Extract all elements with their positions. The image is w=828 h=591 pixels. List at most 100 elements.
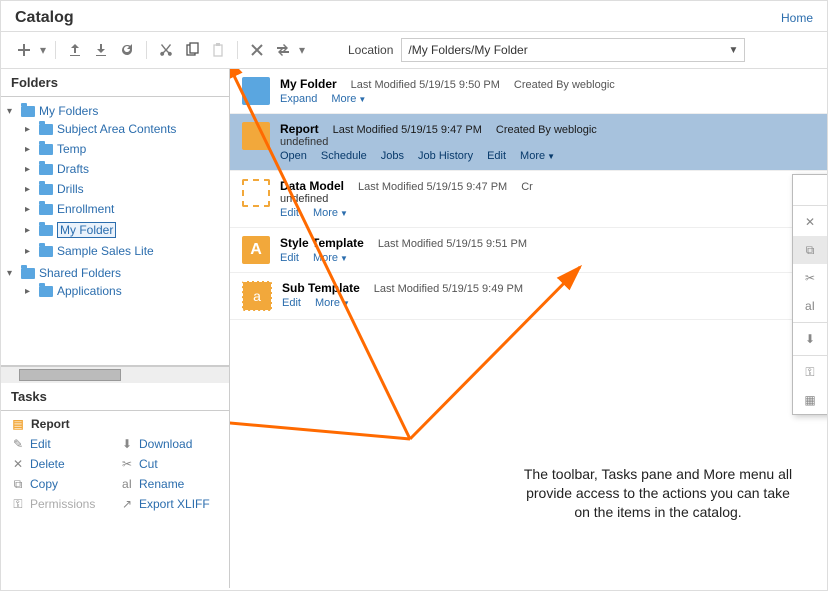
folder-icon	[39, 144, 53, 155]
task-copy[interactable]: ⧉Copy	[11, 477, 110, 491]
rename-icon: aI	[803, 299, 817, 313]
menu-cut[interactable]: ✂Cut	[793, 264, 827, 292]
download-icon: ⬇	[803, 332, 817, 346]
menu-download[interactable]: ⬇Download	[793, 325, 827, 353]
action-edit[interactable]: Edit	[280, 207, 299, 219]
folder-icon	[39, 164, 53, 175]
report-icon	[242, 122, 270, 150]
folder-icon	[39, 204, 53, 215]
tree-item[interactable]: ▸Sample Sales Lite	[19, 243, 229, 259]
customize-icon: ▦	[803, 393, 817, 407]
upload-button[interactable]	[62, 38, 88, 62]
tree-item[interactable]: ▸Drafts	[19, 161, 229, 177]
cut-button[interactable]	[153, 38, 179, 62]
list-item-sub-template[interactable]: a Sub TemplateLast Modified 5/19/15 9:49…	[230, 273, 827, 320]
tree-shared-folders[interactable]: ▾Shared Folders	[1, 265, 229, 281]
list-item-style-template[interactable]: A Style TemplateLast Modified 5/19/15 9:…	[230, 228, 827, 273]
location-field[interactable]: /My Folders/My Folder ▼	[401, 38, 745, 62]
folder-icon	[39, 286, 53, 297]
move-dropdown[interactable]: ▾	[296, 38, 308, 62]
action-expand[interactable]: Expand	[280, 93, 317, 105]
action-more[interactable]: More▼	[520, 150, 555, 162]
annotation-text: The toolbar, Tasks pane and More menu al…	[518, 465, 798, 522]
delete-icon: ✕	[11, 457, 25, 471]
toolbar: ▾ ▾ Location /My Folders/My Folder ▼	[1, 31, 827, 69]
task-rename[interactable]: aIRename	[120, 477, 219, 491]
refresh-button[interactable]	[114, 38, 140, 62]
export-icon: ↗	[120, 497, 134, 511]
task-export-xliff[interactable]: ↗Export XLIFF	[120, 497, 219, 511]
task-download[interactable]: ⬇Download	[120, 437, 219, 451]
action-job-history[interactable]: Job History	[418, 150, 473, 162]
sub-template-icon: a	[242, 281, 272, 311]
folder-icon	[39, 184, 53, 195]
action-edit[interactable]: Edit	[280, 252, 299, 264]
key-icon: ⚿	[11, 497, 25, 511]
tree-item[interactable]: ▸Applications	[19, 283, 229, 299]
folders-pane-title: Folders	[1, 69, 229, 97]
paste-button	[205, 38, 231, 62]
action-more[interactable]: More▼	[313, 252, 348, 264]
download-icon: ⬇	[120, 437, 134, 451]
delete-icon: ✕	[803, 215, 817, 229]
download-button[interactable]	[88, 38, 114, 62]
more-menu: Add To Favorites ✕Delete ⧉Copy ✂Cut aIRe…	[792, 174, 827, 415]
report-icon: ▤	[11, 417, 25, 431]
tree-item[interactable]: ▸Drills	[19, 181, 229, 197]
menu-customize: ▦Customize	[793, 386, 827, 414]
key-icon: ⚿	[803, 365, 817, 379]
task-permissions: ⚿Permissions	[11, 497, 110, 511]
folder-icon	[242, 77, 270, 105]
menu-delete[interactable]: ✕Delete	[793, 208, 827, 236]
tasks-item-type: ▤ Report	[11, 417, 219, 431]
cut-icon: ✂	[120, 457, 134, 471]
new-button[interactable]	[11, 38, 37, 62]
tree-item[interactable]: ▸Subject Area Contents	[19, 121, 229, 137]
action-edit[interactable]: Edit	[282, 297, 301, 309]
list-item-report[interactable]: ReportLast Modified 5/19/15 9:47 PMCreat…	[230, 114, 827, 171]
folder-icon	[39, 246, 53, 257]
folder-tree[interactable]: ▾My Folders ▸Subject Area Contents ▸Temp…	[1, 97, 229, 366]
tree-item[interactable]: ▸Enrollment	[19, 201, 229, 217]
page-title: Catalog	[15, 9, 74, 27]
cut-icon: ✂	[803, 271, 817, 285]
copy-icon: ⧉	[803, 243, 817, 257]
action-open[interactable]: Open	[280, 150, 307, 162]
menu-permissions: ⚿Permissions	[793, 358, 827, 386]
menu-rename[interactable]: aIRename	[793, 292, 827, 320]
new-dropdown[interactable]: ▾	[37, 38, 49, 62]
home-link[interactable]: Home	[781, 11, 813, 25]
move-button[interactable]	[270, 38, 296, 62]
tree-item[interactable]: ▸Temp	[19, 141, 229, 157]
action-more[interactable]: More▼	[331, 93, 366, 105]
task-edit[interactable]: ✎Edit	[11, 437, 110, 451]
folder-icon	[21, 268, 35, 279]
action-jobs[interactable]: Jobs	[381, 150, 404, 162]
tree-my-folders[interactable]: ▾My Folders	[1, 103, 229, 119]
location-label: Location	[348, 43, 393, 57]
menu-copy[interactable]: ⧉Copy	[793, 236, 827, 264]
copy-icon: ⧉	[11, 477, 25, 491]
list-item-folder[interactable]: My FolderLast Modified 5/19/15 9:50 PMCr…	[230, 69, 827, 114]
rename-icon: aI	[120, 477, 134, 491]
folder-icon	[39, 124, 53, 135]
horizontal-scrollbar[interactable]	[1, 366, 229, 383]
location-value: /My Folders/My Folder	[408, 43, 527, 57]
tree-item-selected[interactable]: ▸My Folder	[19, 221, 229, 239]
item-list: My FolderLast Modified 5/19/15 9:50 PMCr…	[230, 69, 827, 588]
copy-button[interactable]	[179, 38, 205, 62]
folder-icon	[39, 225, 53, 236]
action-more[interactable]: More▼	[315, 297, 350, 309]
action-more[interactable]: More▼	[313, 207, 348, 219]
menu-add-favorites[interactable]: Add To Favorites	[793, 175, 827, 203]
action-schedule[interactable]: Schedule	[321, 150, 367, 162]
data-model-icon	[242, 179, 270, 207]
task-delete[interactable]: ✕Delete	[11, 457, 110, 471]
list-item-data-model[interactable]: Data ModelLast Modified 5/19/15 9:47 PMC…	[230, 171, 827, 228]
task-cut[interactable]: ✂Cut	[120, 457, 219, 471]
delete-button[interactable]	[244, 38, 270, 62]
action-edit[interactable]: Edit	[487, 150, 506, 162]
folder-icon	[21, 106, 35, 117]
tasks-pane-title: Tasks	[1, 383, 229, 411]
pencil-icon: ✎	[11, 437, 25, 451]
